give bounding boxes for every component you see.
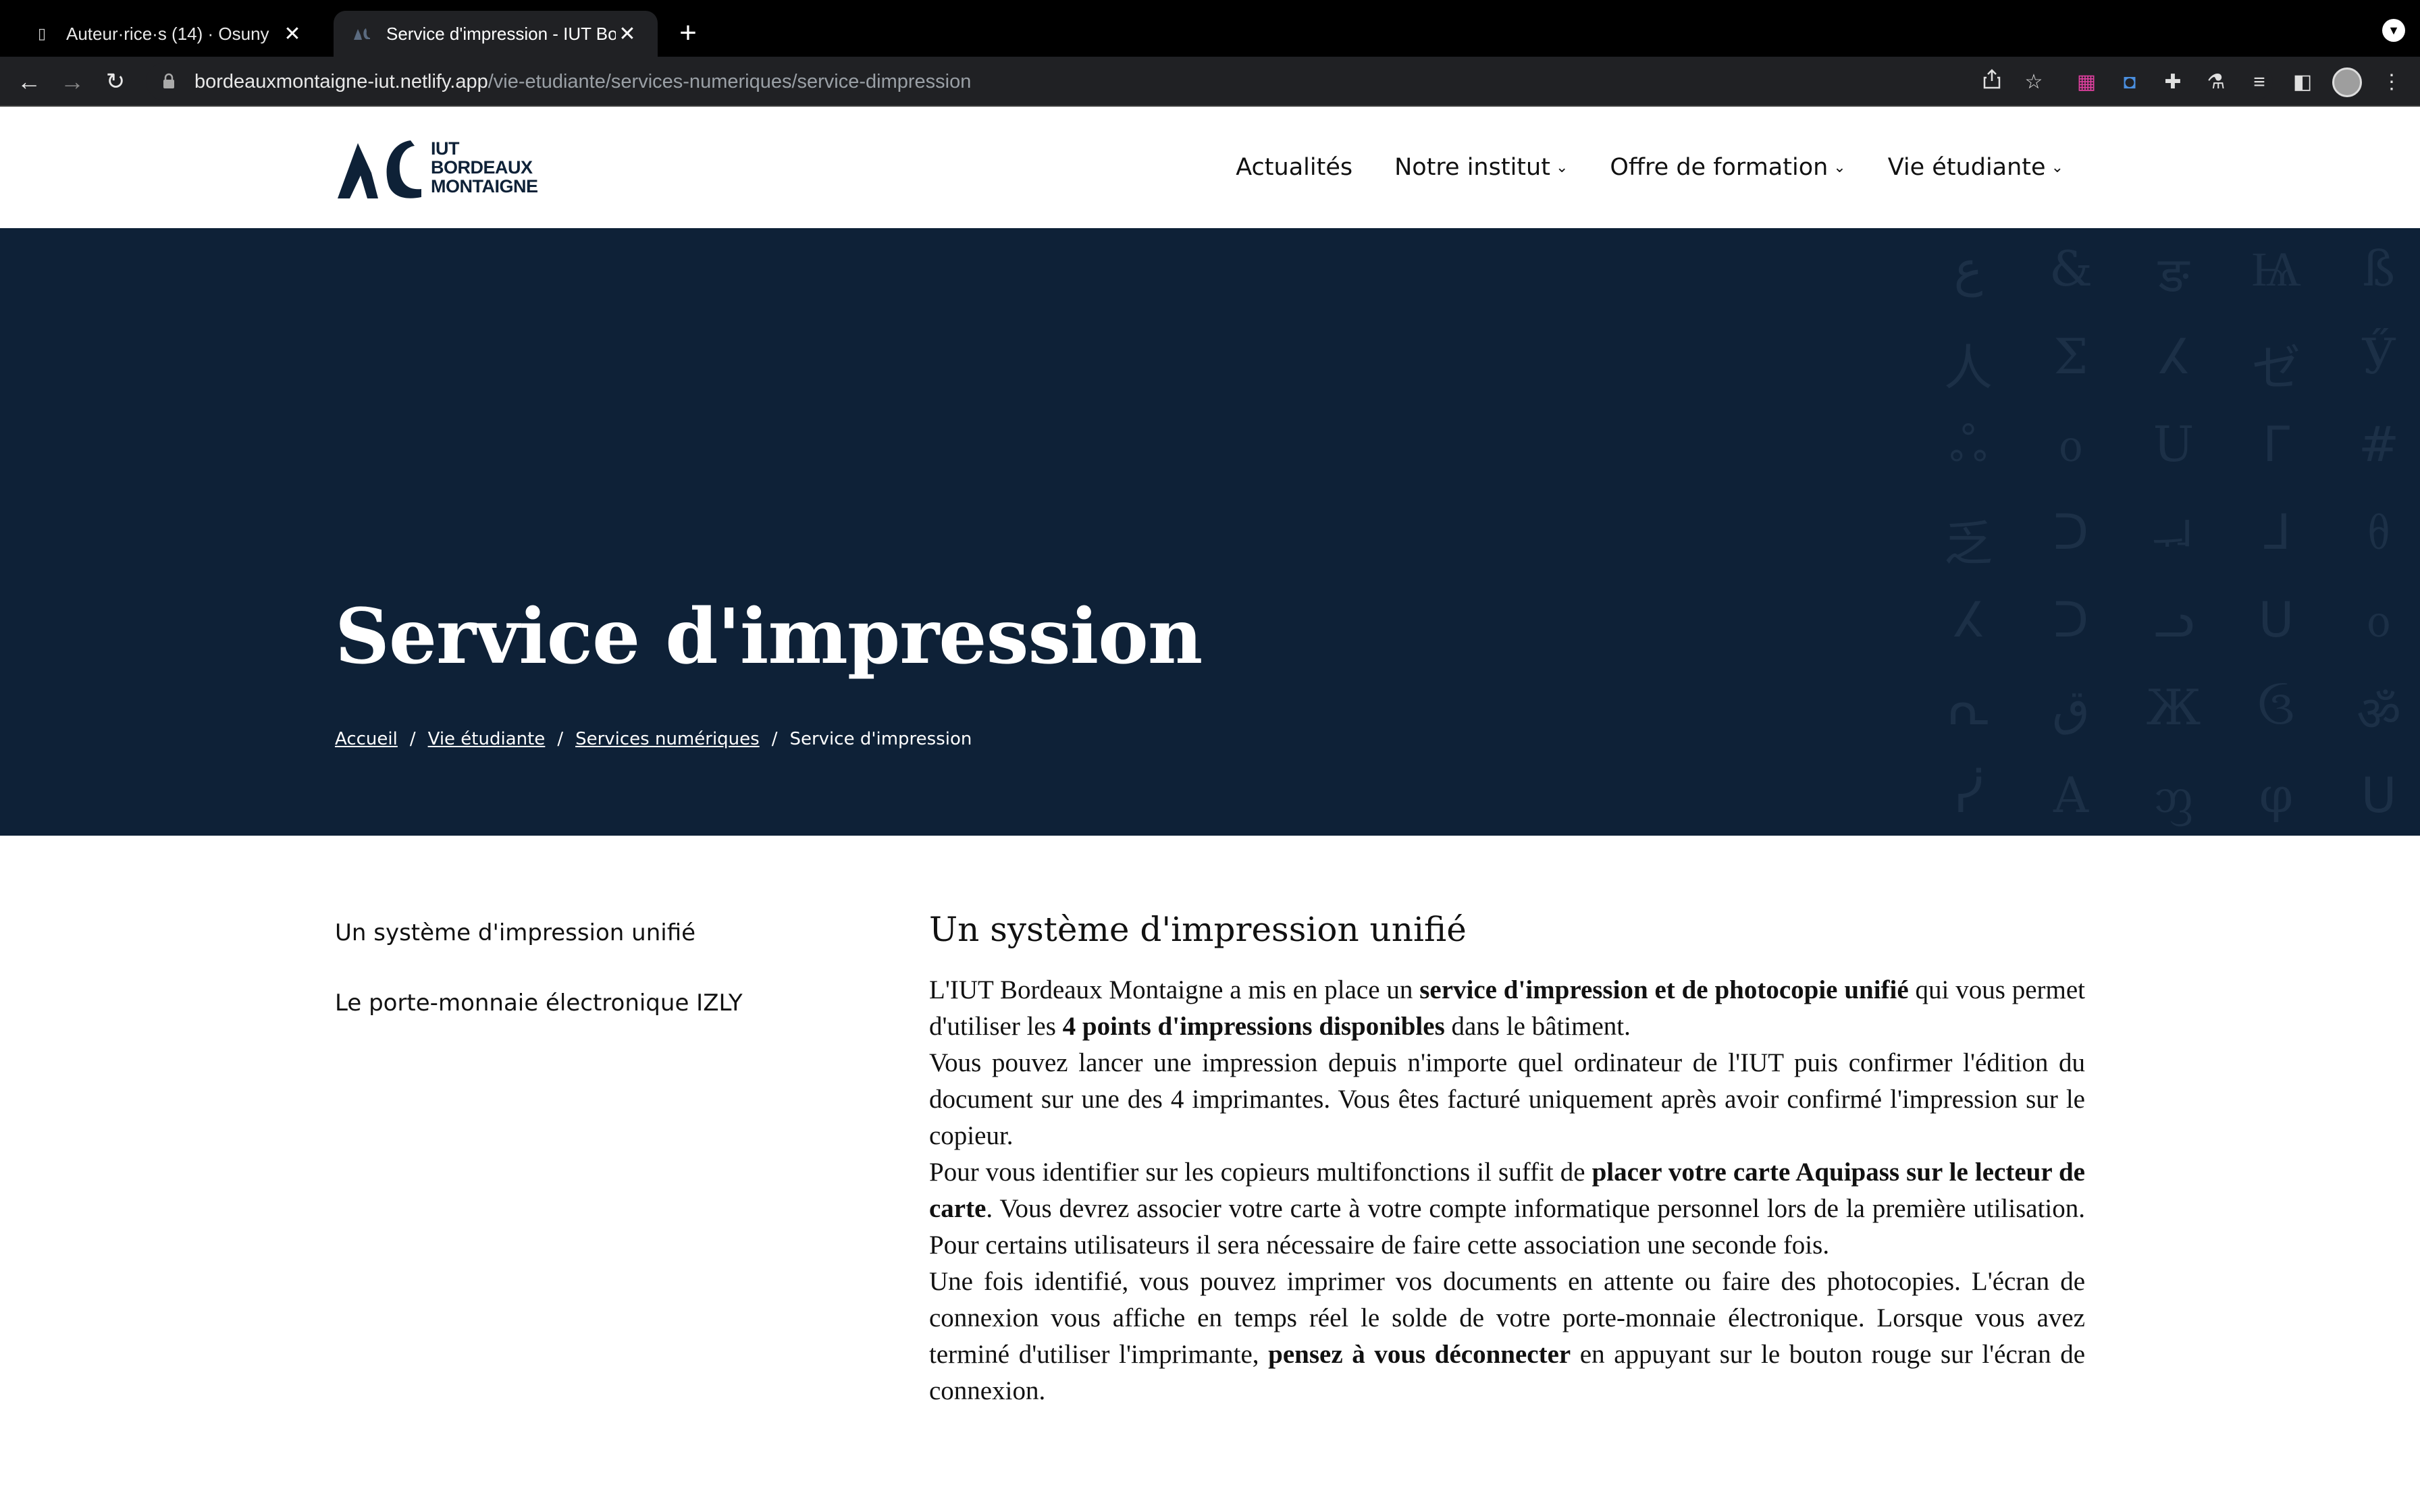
breadcrumb-separator: / bbox=[409, 729, 416, 749]
page-title: Service d'impression bbox=[335, 593, 1203, 681]
share-icon[interactable] bbox=[1978, 69, 2005, 96]
article-paragraph: L'IUT Bordeaux Montaigne a mis en place … bbox=[929, 975, 2085, 1041]
decorative-glyph: ᦀ bbox=[2154, 767, 2193, 824]
toc-link[interactable]: Un système d'impression unifié bbox=[335, 919, 808, 946]
article-body: Un système d'impression unifié L'IUT Bor… bbox=[929, 910, 2085, 1409]
browser-tab-active[interactable]: Service d'impression - IUT Bordeaux Mont… bbox=[334, 11, 658, 57]
nav-item-notre-institut[interactable]: Notre institut ⌄ bbox=[1394, 154, 1568, 181]
decorative-glyph: ᑐ bbox=[2053, 591, 2089, 648]
url-host: bordeauxmontaigne-iut.netlify.app bbox=[194, 70, 488, 92]
decorative-glyph: # bbox=[2358, 416, 2400, 473]
decorative-glyph: φ bbox=[2259, 767, 2294, 824]
page-icon: ▯ bbox=[37, 25, 47, 42]
extension-camera-icon[interactable]: ◘ bbox=[2116, 69, 2143, 96]
reload-icon[interactable]: ↻ bbox=[100, 66, 131, 97]
close-icon[interactable]: ✕ bbox=[616, 22, 639, 45]
breadcrumb-separator: / bbox=[771, 729, 778, 749]
decorative-glyph: & bbox=[2049, 240, 2093, 297]
article-paragraph: Pour vous identifier sur les copieurs mu… bbox=[929, 1158, 2085, 1260]
decorative-glyph: ङ bbox=[2158, 246, 2189, 303]
decorative-glyph: Ж bbox=[2146, 679, 2201, 736]
breadcrumb-current: Service d'impression bbox=[789, 729, 972, 749]
tab-search-icon[interactable]: ▼ bbox=[2382, 19, 2405, 42]
nav-item-offre-de-formation[interactable]: Offre de formation ⌄ bbox=[1610, 154, 1845, 181]
breadcrumb-link-accueil[interactable]: Accueil bbox=[335, 729, 398, 749]
decorative-glyph: Ӳ bbox=[2361, 328, 2397, 385]
page-hero: ع & ङ Ѩß 人 Σ ⵃ ゼ Ӳ ஃ ᦞ U ᒥ # 乏 ᑐ ᅯ ᒧ ᦲ ⵃ ᑐ ᓗ ᑌ ᦞ ᕆ ق Ж ઉ ॐ ᓰ A ᦀ φ ᑌ Serv… bbox=[0, 228, 2420, 836]
url-path: /vie-etudiante/services-numeriques/servi… bbox=[488, 70, 972, 92]
decorative-glyph: A bbox=[2053, 767, 2088, 824]
decorative-glyph-pattern: ع & ङ Ѩß 人 Σ ⵃ ゼ Ӳ ஃ ᦞ U ᒥ # 乏 ᑐ ᅯ ᒧ ᦲ ⵃ ᑐ ᓗ ᑌ ᦞ ᕆ ق Ж ઉ ॐ ᓰ A ᦀ φ ᑌ bbox=[1931, 228, 2420, 836]
extensions-puzzle-icon[interactable]: ✚ bbox=[2159, 69, 2186, 96]
decorative-glyph: 人 bbox=[1943, 340, 1993, 396]
logo-mark-icon bbox=[338, 140, 421, 198]
extension-grid-icon[interactable]: ▦ bbox=[2073, 69, 2100, 96]
decorative-glyph: ஃ bbox=[1949, 416, 1988, 473]
decorative-glyph: ᦲ bbox=[2367, 504, 2390, 560]
nav-item-vie-etudiante[interactable]: Vie étudiante ⌄ bbox=[1888, 154, 2063, 181]
toc-link[interactable]: Le porte-monnaie électronique IZLY bbox=[335, 990, 808, 1017]
article-paragraph: Vous pouvez lancer une impression depuis… bbox=[929, 1048, 2085, 1150]
labs-flask-icon[interactable]: ⚗ bbox=[2203, 69, 2230, 96]
profile-avatar[interactable] bbox=[2332, 68, 2362, 97]
table-of-contents: Un système d'impression unifié Le porte-… bbox=[335, 919, 808, 1060]
chevron-down-icon: ⌄ bbox=[2051, 159, 2063, 176]
article-paragraph: Une fois identifié, vous pouvez imprimer… bbox=[929, 1267, 2086, 1405]
decorative-glyph: ع bbox=[1953, 240, 1983, 297]
decorative-glyph: Ѩ bbox=[2251, 240, 2302, 297]
browser-tab-bar: ▯ Auteur·rice·s (14) · Osuny ✕ Service d… bbox=[0, 0, 2420, 57]
decorative-glyph: ᒧ bbox=[2261, 504, 2291, 560]
site-logo[interactable]: IUT BORDEAUX MONTAIGNE bbox=[335, 139, 551, 200]
lock-icon[interactable] bbox=[162, 73, 177, 90]
decorative-glyph: ⵃ bbox=[2158, 328, 2189, 385]
menu-kebab-icon[interactable]: ⋮ bbox=[2378, 69, 2405, 96]
chevron-down-icon: ⌄ bbox=[1555, 159, 1569, 176]
decorative-glyph: Σ bbox=[2053, 328, 2088, 385]
decorative-glyph: ॐ bbox=[2357, 685, 2401, 742]
chevron-down-icon: ⌄ bbox=[1833, 159, 1846, 176]
browser-toolbar: ← → ↻ bordeauxmontaigne-iut.netlify.app /… bbox=[0, 57, 2420, 107]
breadcrumb: Accueil / Vie étudiante / Services numér… bbox=[335, 729, 972, 749]
logo-wordmark: IUT BORDEAUX MONTAIGNE bbox=[431, 138, 538, 196]
decorative-glyph: ᦞ bbox=[2059, 416, 2083, 473]
new-tab-icon[interactable]: + bbox=[673, 18, 704, 49]
main-navigation: Actualités Notre institut ⌄ Offre de form… bbox=[1236, 154, 2063, 181]
tab-title: Service d'impression - IUT Bordeaux Mont… bbox=[386, 23, 616, 44]
nav-item-actualites[interactable]: Actualités bbox=[1236, 154, 1352, 181]
bookmark-star-icon[interactable]: ☆ bbox=[2020, 69, 2047, 96]
decorative-glyph: ق bbox=[2052, 679, 2090, 736]
decorative-glyph: ᦞ bbox=[2367, 591, 2391, 648]
tab-title: Auteur·rice·s (14) · Osuny bbox=[66, 23, 269, 44]
decorative-glyph: ᅯ bbox=[2151, 515, 2197, 572]
side-panel-icon[interactable]: ◧ bbox=[2289, 69, 2316, 96]
breadcrumb-separator: / bbox=[557, 729, 564, 749]
decorative-glyph: ᑐ bbox=[2053, 504, 2089, 560]
decorative-glyph: 乏 bbox=[1943, 515, 1993, 572]
reading-list-icon[interactable]: ≡ bbox=[2246, 69, 2273, 96]
decorative-glyph: ᑌ bbox=[2258, 591, 2294, 648]
breadcrumb-link-services-numeriques[interactable]: Services numériques bbox=[575, 729, 760, 749]
decorative-glyph: ᓗ bbox=[2153, 591, 2194, 648]
breadcrumb-link-vie-etudiante[interactable]: Vie étudiante bbox=[428, 729, 546, 749]
decorative-glyph: ß bbox=[2362, 240, 2396, 297]
close-icon[interactable]: ✕ bbox=[281, 22, 304, 45]
back-arrow-icon[interactable]: ← bbox=[14, 66, 45, 97]
decorative-glyph: ゼ bbox=[2251, 340, 2300, 396]
site-favicon-icon bbox=[352, 24, 371, 43]
address-bar[interactable]: bordeauxmontaigne-iut.netlify.app/vie-et… bbox=[146, 63, 2273, 101]
site-header: IUT BORDEAUX MONTAIGNE Actualités Notre … bbox=[0, 107, 2420, 228]
decorative-glyph: ⵃ bbox=[1953, 591, 1984, 648]
decorative-glyph: ᓰ bbox=[1953, 767, 1983, 824]
forward-arrow-icon[interactable]: → bbox=[57, 66, 88, 97]
decorative-glyph: U bbox=[2153, 416, 2194, 473]
decorative-glyph: ᑌ bbox=[2361, 767, 2397, 824]
browser-tab[interactable]: ▯ Auteur·rice·s (14) · Osuny ✕ bbox=[14, 11, 323, 57]
decorative-glyph: ᒥ bbox=[2262, 416, 2290, 473]
section-heading: Un système d'impression unifié bbox=[929, 910, 1467, 949]
decorative-glyph: ᕆ bbox=[1946, 679, 1991, 736]
decorative-glyph: ઉ bbox=[2257, 679, 2295, 736]
